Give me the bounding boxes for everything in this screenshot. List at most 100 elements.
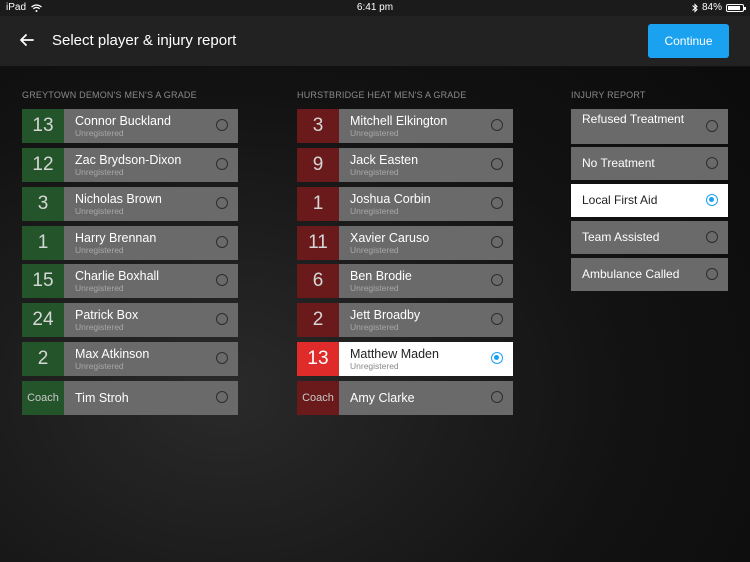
player-name: Jett Broadby xyxy=(350,308,421,322)
player-number: 9 xyxy=(297,148,339,182)
coach-badge: Coach xyxy=(22,381,64,415)
player-status: Unregistered xyxy=(350,206,399,216)
away-player-row[interactable]: 2 Jett Broadby Unregistered xyxy=(297,303,513,337)
player-number: 24 xyxy=(22,303,64,337)
player-name: Connor Buckland xyxy=(75,114,171,128)
player-status: Unregistered xyxy=(350,283,399,293)
player-number: 11 xyxy=(297,226,339,260)
player-number: 3 xyxy=(297,109,339,143)
player-status: Unregistered xyxy=(75,361,124,371)
player-status: Unregistered xyxy=(75,206,124,216)
coach-name: Tim Stroh xyxy=(75,391,129,405)
injury-option-label: No Treatment xyxy=(582,156,655,170)
injury-report-title: INJURY REPORT xyxy=(571,90,646,100)
player-status: Unregistered xyxy=(350,245,399,255)
injury-option-label: Refused Treatment xyxy=(582,112,685,126)
player-name: Xavier Caruso xyxy=(350,231,430,245)
player-name: Mitchell Elkington xyxy=(350,114,448,128)
battery-percent: 84% xyxy=(701,2,722,13)
radio-button[interactable] xyxy=(706,268,718,280)
player-number: 2 xyxy=(297,303,339,337)
player-name: Matthew Maden xyxy=(350,347,439,361)
battery-icon xyxy=(726,3,746,12)
away-player-row[interactable]: 6 Ben Brodie Unregistered xyxy=(297,264,513,298)
radio-button-selected[interactable] xyxy=(491,352,503,364)
player-status: Unregistered xyxy=(75,283,124,293)
player-name: Zac Brydson-Dixon xyxy=(75,153,182,167)
player-status: Unregistered xyxy=(350,361,399,371)
player-status: Unregistered xyxy=(75,167,124,177)
continue-button[interactable]: Continue xyxy=(648,24,729,58)
clock: 6:41 pm xyxy=(356,2,394,13)
radio-button[interactable] xyxy=(491,197,503,209)
player-name: Harry Brennan xyxy=(75,231,157,245)
radio-button[interactable] xyxy=(216,119,228,131)
home-player-row[interactable]: 24 Patrick Box Unregistered xyxy=(22,303,238,337)
radio-button[interactable] xyxy=(491,391,503,403)
radio-button[interactable] xyxy=(216,197,228,209)
radio-button[interactable] xyxy=(491,236,503,248)
injury-option-ambulance-called[interactable]: Ambulance Called xyxy=(571,258,728,291)
player-number: 13 xyxy=(22,109,64,143)
player-status: Unregistered xyxy=(350,167,399,177)
player-status: Unregistered xyxy=(75,128,124,138)
player-number: 2 xyxy=(22,342,64,376)
player-status: Unregistered xyxy=(75,245,124,255)
radio-button[interactable] xyxy=(491,158,503,170)
away-player-row[interactable]: 9 Jack Easten Unregistered xyxy=(297,148,513,182)
radio-button[interactable] xyxy=(216,313,228,325)
player-name: Joshua Corbin xyxy=(350,192,431,206)
radio-button[interactable] xyxy=(491,313,503,325)
radio-button[interactable] xyxy=(216,158,228,170)
home-player-row[interactable]: 13 Connor Buckland Unregistered xyxy=(22,109,238,143)
player-name: Patrick Box xyxy=(75,308,139,322)
away-team-title: HURSTBRIDGE HEAT MEN'S A GRADE xyxy=(297,90,467,100)
home-coach-row[interactable]: Coach Tim Stroh xyxy=(22,381,238,415)
radio-button[interactable] xyxy=(706,120,718,132)
player-name: Ben Brodie xyxy=(350,269,412,283)
radio-button[interactable] xyxy=(706,231,718,243)
player-number: 15 xyxy=(22,264,64,298)
radio-button[interactable] xyxy=(216,274,228,286)
radio-button[interactable] xyxy=(491,274,503,286)
radio-button[interactable] xyxy=(216,391,228,403)
away-player-row-selected[interactable]: 13 Matthew Maden Unregistered xyxy=(297,342,513,376)
injury-option-local-first-aid[interactable]: Local First Aid xyxy=(571,184,728,217)
away-coach-row[interactable]: Coach Amy Clarke xyxy=(297,381,513,415)
player-name: Nicholas Brown xyxy=(75,192,162,206)
injury-option-label: Ambulance Called xyxy=(582,267,680,281)
player-status: Unregistered xyxy=(350,128,399,138)
player-status: Unregistered xyxy=(350,322,399,332)
player-number: 6 xyxy=(297,264,339,298)
injury-option-label: Local First Aid xyxy=(582,193,658,207)
home-player-row[interactable]: 12 Zac Brydson-Dixon Unregistered xyxy=(22,148,238,182)
injury-option-refused-treatment[interactable]: Refused Treatment xyxy=(571,109,728,144)
player-name: Charlie Boxhall xyxy=(75,269,160,283)
player-name: Max Atkinson xyxy=(75,347,150,361)
player-status: Unregistered xyxy=(75,322,124,332)
radio-button-selected[interactable] xyxy=(706,194,718,206)
away-player-row[interactable]: 3 Mitchell Elkington Unregistered xyxy=(297,109,513,143)
back-arrow-icon[interactable] xyxy=(16,29,38,51)
player-name: Jack Easten xyxy=(350,153,419,167)
player-number: 3 xyxy=(22,187,64,221)
radio-button[interactable] xyxy=(491,119,503,131)
player-number: 1 xyxy=(297,187,339,221)
injury-option-team-assisted[interactable]: Team Assisted xyxy=(571,221,728,254)
player-number: 1 xyxy=(22,226,64,260)
page-title: Select player & injury report xyxy=(52,32,237,49)
radio-button[interactable] xyxy=(216,236,228,248)
home-player-row[interactable]: 2 Max Atkinson Unregistered xyxy=(22,342,238,376)
status-bar: iPad 6:41 pm 84% xyxy=(0,0,750,16)
coach-badge: Coach xyxy=(297,381,339,415)
away-player-row[interactable]: 1 Joshua Corbin Unregistered xyxy=(297,187,513,221)
navigation-bar: Select player & injury report Continue xyxy=(0,16,750,67)
home-player-row[interactable]: 3 Nicholas Brown Unregistered xyxy=(22,187,238,221)
home-player-row[interactable]: 15 Charlie Boxhall Unregistered xyxy=(22,264,238,298)
injury-option-no-treatment[interactable]: No Treatment xyxy=(571,147,728,180)
radio-button[interactable] xyxy=(216,352,228,364)
player-number: 13 xyxy=(297,342,339,376)
home-player-row[interactable]: 1 Harry Brennan Unregistered xyxy=(22,226,238,260)
away-player-row[interactable]: 11 Xavier Caruso Unregistered xyxy=(297,226,513,260)
radio-button[interactable] xyxy=(706,157,718,169)
